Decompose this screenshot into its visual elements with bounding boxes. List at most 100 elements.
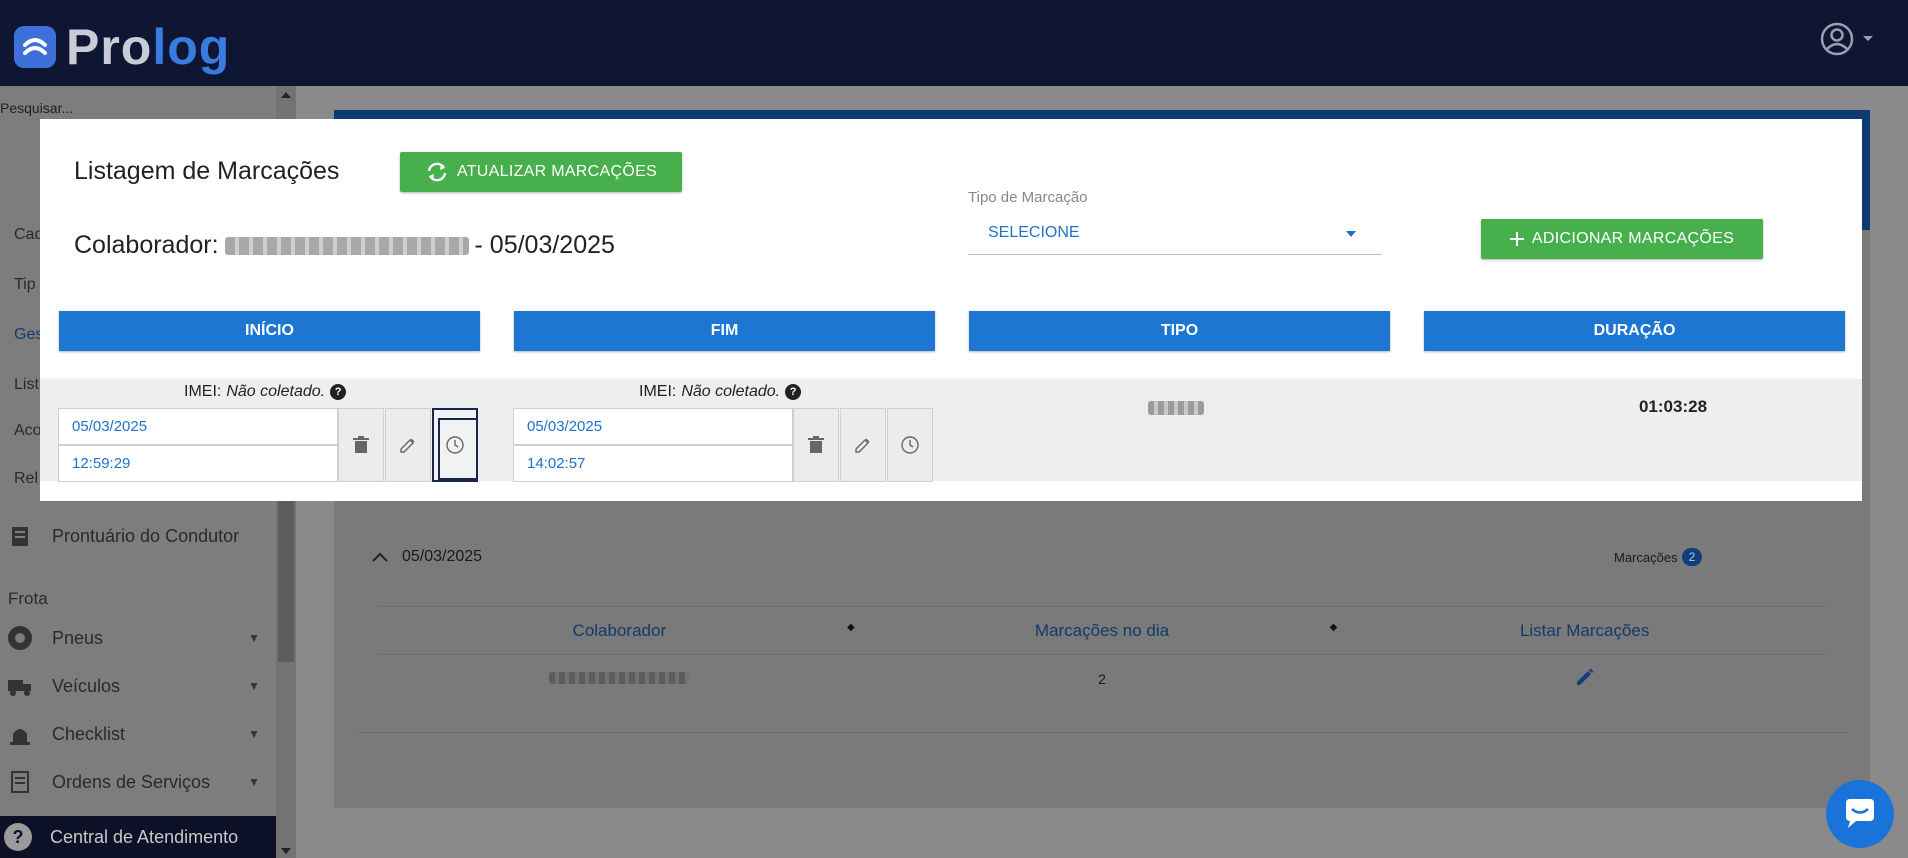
scroll-down-icon[interactable] [281, 848, 291, 854]
collaborators-table: Colaborador ◆ Marcações no dia ◆ Listar Ma… [378, 606, 1826, 702]
collaborator-name-redacted [378, 671, 861, 687]
logo-icon [14, 26, 56, 68]
pencil-icon [1576, 668, 1594, 685]
chevron-up-icon [372, 552, 388, 562]
prolog-logo[interactable]: Prolog [14, 18, 230, 76]
collaborator-prefix: Colaborador: [74, 231, 219, 259]
trash-icon [808, 436, 824, 453]
clock-icon [901, 436, 919, 454]
sidebar-item-central[interactable]: ? Central de Atendimento [0, 816, 276, 858]
caret-down-icon: ▼ [248, 631, 260, 645]
sidebar-item-label: Ordens de Serviços [52, 771, 211, 792]
fim-time-field[interactable]: 14:02:57 [513, 445, 793, 482]
help-icon[interactable]: ? [330, 384, 347, 400]
sidebar-item-partial[interactable]: Rel [14, 470, 38, 488]
marcacoes-count-cell: 2 [1098, 670, 1106, 687]
sidebar-item-partial[interactable]: Cad [14, 226, 43, 244]
fim-date-field[interactable]: 05/03/2025 [513, 408, 793, 445]
trash-icon [353, 436, 369, 453]
pencil-icon [855, 438, 870, 453]
scroll-up-icon[interactable] [281, 92, 291, 98]
imei-fim: IMEI: Não coletado. ? [639, 383, 802, 401]
refresh-marcacoes-button[interactable]: ATUALIZAR MARCAÇÕES [400, 152, 682, 192]
imei-value: Não coletado. [681, 383, 781, 400]
caret-down-icon: ▼ [248, 727, 260, 741]
day-group-header[interactable]: 05/03/2025 [372, 548, 482, 566]
add-marcacoes-button[interactable]: ADICIONAR MARCAÇÕES [1481, 219, 1763, 259]
column-header-marcacoes[interactable]: Marcações no dia ◆ [861, 621, 1344, 641]
column-header-colaborador[interactable]: Colaborador ◆ [378, 621, 861, 641]
divider [358, 732, 1848, 733]
help-icon: ? [4, 823, 32, 851]
edit-inicio-button[interactable] [385, 408, 431, 482]
marcacoes-label: Marcações [1614, 549, 1678, 565]
sidebar-section-frota: Frota [8, 589, 48, 608]
sidebar-item-prontuario[interactable]: Prontuário do Condutor [0, 512, 276, 560]
edit-button[interactable] [1343, 666, 1826, 691]
sidebar-item-label: Pneus [52, 627, 104, 648]
chevron-down-icon [1863, 36, 1873, 41]
tipo-select-value: SELECIONE [988, 223, 1080, 241]
sidebar-item-label: Veículos [52, 675, 121, 696]
sidebar-scroll-thumb[interactable] [278, 496, 294, 662]
sidebar-item-pneus[interactable]: Pneus ▼ [0, 614, 276, 662]
clock-inicio-button[interactable] [432, 408, 478, 482]
caret-down-icon: ▼ [248, 775, 260, 789]
document-icon [11, 771, 29, 793]
collaborator-date: - 05/03/2025 [474, 231, 615, 259]
clock-fim-button[interactable] [887, 408, 933, 482]
sidebar-item-ordens[interactable]: Ordens de Serviços ▼ [0, 758, 276, 806]
sidebar-item-label: Prontuário do Condutor [52, 525, 240, 546]
modal-title: Listagem de Marcações [74, 157, 340, 185]
inicio-time-field[interactable]: 12:59:29 [58, 445, 338, 482]
user-menu[interactable] [1820, 22, 1874, 56]
delete-inicio-button[interactable] [338, 408, 384, 482]
day-label: 05/03/2025 [402, 548, 483, 565]
duracao-value: 01:03:28 [1638, 397, 1708, 416]
clock-icon [446, 436, 464, 454]
dropdown-arrow-icon [1346, 231, 1356, 237]
refresh-button-label: ATUALIZAR MARCAÇÕES [456, 163, 658, 180]
alarm-icon [10, 729, 30, 745]
truck-icon [8, 680, 31, 696]
pencil-icon [400, 438, 415, 453]
imei-inicio: IMEI: Não coletado. ? [184, 383, 347, 401]
delete-fim-button[interactable] [793, 408, 839, 482]
help-icon[interactable]: ? [785, 384, 802, 400]
sidebar-item-veiculos[interactable]: Veículos ▼ [0, 662, 276, 710]
account-icon [1820, 22, 1854, 56]
table-row: 2 [378, 654, 1826, 702]
inicio-date-field[interactable]: 05/03/2025 [58, 408, 338, 445]
tire-icon [8, 626, 32, 650]
plus-icon [1509, 232, 1524, 246]
sidebar-item-partial[interactable]: List [14, 376, 39, 394]
sidebar-item-label: Central de Atendimento [50, 826, 239, 847]
refresh-icon [427, 162, 447, 182]
chat-icon [1846, 799, 1874, 828]
column-header-fim: FIM [514, 311, 935, 351]
collaborator-name-redacted [224, 236, 469, 255]
logo-text-log: log [152, 19, 231, 75]
table-header-row: Colaborador ◆ Marcações no dia ◆ Listar Ma… [378, 606, 1826, 654]
sidebar-item-partial[interactable]: Aco [14, 422, 42, 440]
tipo-value-redacted [1148, 401, 1204, 415]
edit-fim-button[interactable] [840, 408, 886, 482]
logo-text-pro: Pro [66, 19, 153, 75]
tipo-marcacao-select[interactable]: SELECIONE [968, 211, 1382, 255]
chat-button[interactable] [1826, 780, 1894, 848]
book-icon [12, 527, 28, 546]
imei-value: Não coletado. [226, 383, 326, 400]
marcacoes-badge: 2 [1681, 548, 1703, 566]
sidebar-item-label: Checklist [52, 723, 126, 744]
column-header-tipo: TIPO [969, 311, 1390, 351]
column-header-listar: Listar Marcações [1519, 620, 1650, 640]
imei-prefix: IMEI: [184, 383, 222, 400]
column-header-duracao: DURAÇÃO [1424, 311, 1845, 351]
caret-down-icon: ▼ [248, 679, 260, 693]
sidebar-item-partial[interactable]: Tip [14, 276, 36, 294]
imei-prefix: IMEI: [639, 383, 677, 400]
sidebar-item-checklist[interactable]: Checklist ▼ [0, 710, 276, 758]
sort-icon: ◆ [846, 621, 855, 633]
sidebar-item-partial[interactable]: Ges [14, 326, 43, 344]
sort-icon: ◆ [1329, 621, 1338, 633]
